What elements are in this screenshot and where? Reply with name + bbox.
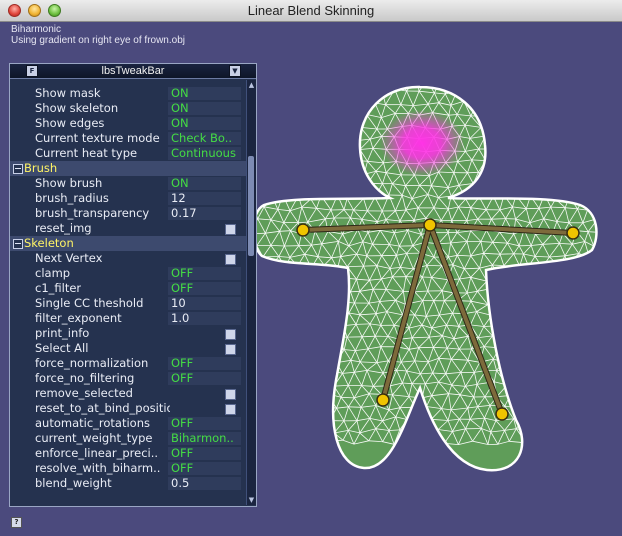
row-label: Next Vertex: [35, 251, 103, 265]
tweakbar-title: lbsTweakBar: [101, 65, 165, 77]
group-skeleton[interactable]: Skeleton: [10, 236, 246, 251]
tweakbar-rows: Show mask ON Show skeleton ON Show edges ON Cu…: [10, 86, 246, 491]
row-reset-img[interactable]: reset_img: [10, 221, 246, 236]
row-label: force_no_filtering: [35, 371, 135, 385]
row-show-mask: Show mask ON: [10, 86, 246, 101]
row-reset-to-at-bind-positions[interactable]: reset_to_at_bind_positions: [10, 401, 246, 416]
row-show-brush: Show brush ON: [10, 176, 246, 191]
row-label: Select All: [35, 341, 89, 355]
button-next-vertex[interactable]: [225, 254, 236, 265]
row-blend-weight: blend_weight 0.5: [10, 476, 246, 491]
scroll-down-icon[interactable]: ▼: [247, 496, 256, 504]
joint-root[interactable]: [423, 218, 437, 232]
value-show-edges[interactable]: ON: [168, 117, 241, 130]
row-current-weight-type: current_weight_type Biharmon..: [10, 431, 246, 446]
row-label: filter_exponent: [35, 311, 122, 325]
collapse-icon[interactable]: [13, 239, 23, 249]
group-label: Skeleton: [24, 236, 74, 250]
help-button[interactable]: ?: [11, 517, 22, 528]
scroll-up-icon[interactable]: ▲: [247, 81, 256, 89]
row-force-no-filtering: force_no_filtering OFF: [10, 371, 246, 386]
row-label: blend_weight: [35, 476, 112, 490]
tweakbar-iconify-button[interactable]: ▼: [229, 65, 241, 77]
row-label: Show skeleton: [35, 101, 119, 115]
button-select-all[interactable]: [225, 344, 236, 355]
value-blend-weight[interactable]: 0.5: [168, 477, 241, 490]
row-resolve-with-biharm: resolve_with_biharm.. OFF: [10, 461, 246, 476]
row-label: remove_selected: [35, 386, 133, 400]
row-label: resolve_with_biharm..: [35, 461, 161, 475]
row-label: Current heat type: [35, 146, 138, 160]
value-resolve-with-biharm[interactable]: OFF: [168, 462, 241, 475]
row-remove-selected[interactable]: remove_selected: [10, 386, 246, 401]
row-label: force_normalization: [35, 356, 149, 370]
row-label: current_weight_type: [35, 431, 153, 445]
row-enforce-linear-preci: enforce_linear_preci.. OFF: [10, 446, 246, 461]
value-single-cc-theshold[interactable]: 10: [168, 297, 241, 310]
value-current-weight-type[interactable]: Biharmon..: [168, 432, 241, 445]
tweakbar-panel: F lbsTweakBar ▼ ▲ ▼ Show mask ON Show skel…: [9, 63, 257, 507]
value-automatic-rotations[interactable]: OFF: [168, 417, 241, 430]
row-c1-filter: c1_filter OFF: [10, 281, 246, 296]
button-reset-img[interactable]: [225, 224, 236, 235]
row-label: Current texture mode: [35, 131, 160, 145]
row-label: enforce_linear_preci..: [35, 446, 159, 460]
tweakbar-scrollbar[interactable]: ▲ ▼: [246, 80, 256, 505]
value-current-texture-mode[interactable]: Check Bo..: [168, 132, 241, 145]
value-show-mask[interactable]: ON: [168, 87, 241, 100]
value-clamp[interactable]: OFF: [168, 267, 241, 280]
value-show-brush[interactable]: ON: [168, 177, 241, 190]
mesh-body: [251, 85, 598, 472]
button-remove-selected[interactable]: [225, 389, 236, 400]
joint-left-hand[interactable]: [296, 223, 310, 237]
row-label: reset_to_at_bind_positions: [35, 401, 170, 415]
joint-left-foot[interactable]: [376, 393, 390, 407]
value-brush-transparency[interactable]: 0.17: [168, 207, 241, 220]
collapse-icon[interactable]: [13, 164, 23, 174]
row-label: c1_filter: [35, 281, 82, 295]
row-label: Single CC theshold: [35, 296, 144, 310]
row-label: Show brush: [35, 176, 103, 190]
value-force-no-filtering[interactable]: OFF: [168, 372, 241, 385]
row-label: print_info: [35, 326, 90, 340]
value-force-normalization[interactable]: OFF: [168, 357, 241, 370]
group-brush[interactable]: Brush: [10, 161, 246, 176]
value-brush-radius[interactable]: 12: [168, 192, 241, 205]
button-print-info[interactable]: [225, 329, 236, 340]
row-force-normalization: force_normalization OFF: [10, 356, 246, 371]
value-current-heat-type[interactable]: Continuous: [168, 147, 241, 160]
row-label: clamp: [35, 266, 71, 280]
scroll-thumb[interactable]: [248, 156, 254, 256]
row-automatic-rotations: automatic_rotations OFF: [10, 416, 246, 431]
row-show-edges: Show edges ON: [10, 116, 246, 131]
row-clamp: clamp OFF: [10, 266, 246, 281]
value-c1-filter[interactable]: OFF: [168, 282, 241, 295]
row-label: reset_img: [35, 221, 92, 235]
group-label: Brush: [24, 161, 58, 175]
row-brush-radius: brush_radius 12: [10, 191, 246, 206]
heat-spot: [380, 110, 464, 176]
row-label: brush_transparency: [35, 206, 150, 220]
value-show-skeleton[interactable]: ON: [168, 102, 241, 115]
row-label: Show edges: [35, 116, 105, 130]
value-filter-exponent[interactable]: 1.0: [168, 312, 241, 325]
row-select-all[interactable]: Select All: [10, 341, 246, 356]
row-current-heat-type: Current heat type Continuous: [10, 146, 246, 161]
row-brush-transparency: brush_transparency 0.17: [10, 206, 246, 221]
row-show-skeleton: Show skeleton ON: [10, 101, 246, 116]
row-label: automatic_rotations: [35, 416, 150, 430]
row-filter-exponent: filter_exponent 1.0: [10, 311, 246, 326]
button-reset-to-at-bind-positions[interactable]: [225, 404, 236, 415]
row-print-info[interactable]: print_info: [10, 326, 246, 341]
row-next-vertex[interactable]: Next Vertex: [10, 251, 246, 266]
row-label: brush_radius: [35, 191, 109, 205]
tweakbar-header[interactable]: F lbsTweakBar ▼: [10, 64, 256, 79]
row-label: Show mask: [35, 86, 101, 100]
joint-right-hand[interactable]: [566, 226, 580, 240]
joint-right-foot[interactable]: [495, 407, 509, 421]
row-single-cc-theshold: Single CC theshold 10: [10, 296, 246, 311]
value-enforce-linear-preci[interactable]: OFF: [168, 447, 241, 460]
row-current-texture-mode: Current texture mode Check Bo..: [10, 131, 246, 146]
